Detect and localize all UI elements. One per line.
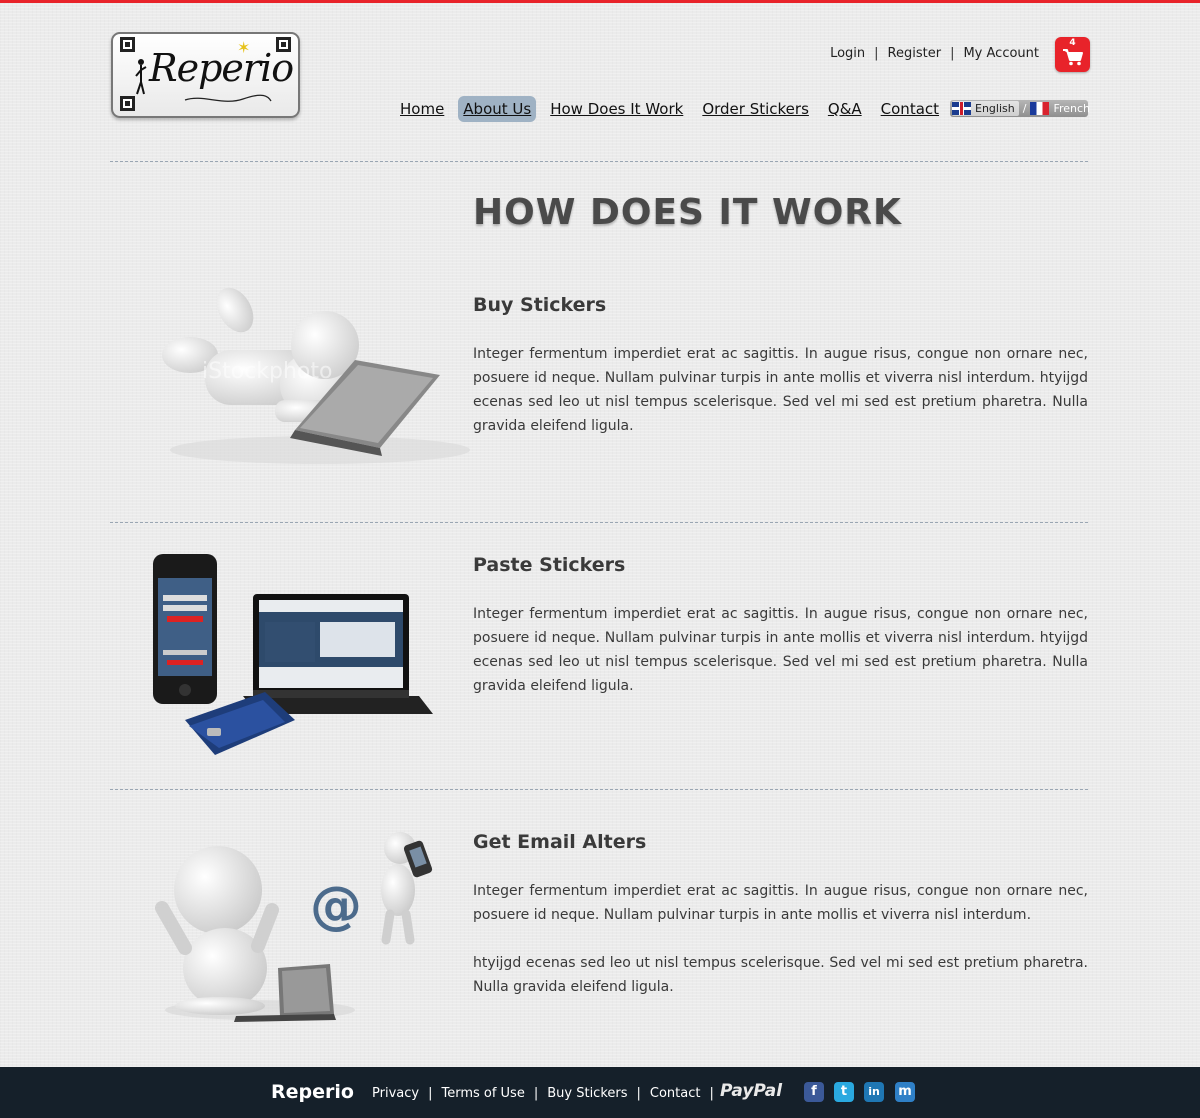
login-link[interactable]: Login	[830, 46, 865, 61]
separator: |	[636, 1086, 641, 1101]
twitter-icon[interactable]: t	[834, 1082, 854, 1102]
email-alerts-illustration: @	[155, 832, 433, 1022]
at-sign-icon: @	[310, 876, 362, 936]
account-links: Login | Register | My Account	[830, 46, 1039, 61]
separator: /	[1022, 102, 1027, 115]
section-title-paste-stickers: Paste Stickers	[473, 554, 626, 576]
register-link[interactable]: Register	[888, 46, 942, 61]
site-logo[interactable]: ✶ Reperio	[111, 32, 300, 118]
section-text-paste-stickers: Integer fermentum imperdiet erat ac sagi…	[473, 606, 1088, 694]
section-divider	[110, 522, 1088, 523]
figure-silhouette-icon	[135, 59, 147, 95]
person-with-laptop-illustration: iStockphoto	[162, 287, 470, 464]
section-text-email-alerts-2: htyijgd ecenas sed leo ut nisl tempus sc…	[473, 955, 1088, 995]
nav-about-us[interactable]: About Us	[458, 96, 537, 122]
linkedin-icon[interactable]: in	[864, 1082, 884, 1102]
section-text-buy-stickers: Integer fermentum imperdiet erat ac sagi…	[473, 346, 1088, 434]
cart-count-badge: 4	[1069, 38, 1076, 48]
nav-order-stickers[interactable]: Order Stickers	[697, 96, 814, 122]
nav-qa[interactable]: Q&A	[823, 96, 867, 122]
footer-link-privacy[interactable]: Privacy	[372, 1086, 419, 1101]
nav-contact[interactable]: Contact	[876, 96, 944, 122]
footer-link-contact[interactable]: Contact	[650, 1086, 701, 1101]
footer-link-buy-stickers[interactable]: Buy Stickers	[547, 1086, 627, 1101]
qr-corner-icon	[120, 96, 135, 111]
separator: |	[950, 46, 955, 61]
footer-link-terms[interactable]: Terms of Use	[441, 1086, 524, 1101]
top-accent-bar	[0, 0, 1200, 3]
myspace-icon[interactable]: m	[895, 1082, 915, 1102]
shopping-cart-icon	[1063, 49, 1083, 66]
section-title-email-alerts: Get Email Alters	[473, 831, 647, 853]
section-divider	[110, 789, 1088, 790]
qr-corner-icon	[120, 37, 135, 52]
language-switcher: English / French	[950, 100, 1090, 117]
nav-how-does-it-work[interactable]: How Does It Work	[545, 96, 688, 122]
language-french-label: French	[1053, 102, 1091, 115]
facebook-icon[interactable]: f	[804, 1082, 824, 1102]
paypal-logo: PayPal	[720, 1081, 783, 1101]
separator: |	[428, 1086, 433, 1101]
swirl-ornament-icon	[184, 94, 272, 102]
header-divider	[110, 161, 1088, 162]
separator: |	[709, 1086, 714, 1101]
language-english[interactable]: English	[952, 101, 1019, 116]
nav-home[interactable]: Home	[395, 96, 449, 122]
section-text-email-alerts-1: Integer fermentum imperdiet erat ac sagi…	[473, 883, 1088, 923]
language-french[interactable]: French	[1030, 102, 1090, 115]
separator: |	[874, 46, 879, 61]
footer-links: Privacy | Terms of Use | Buy Stickers | Contac…	[372, 1086, 723, 1101]
my-account-link[interactable]: My Account	[963, 46, 1039, 61]
section-title-buy-stickers: Buy Stickers	[473, 294, 607, 316]
phone-laptop-wallet-illustration	[153, 554, 433, 755]
site-footer: Reperio Privacy | Terms of Use | Buy Sticker…	[0, 1067, 1200, 1118]
page-title: HOW DOES IT WORK	[473, 192, 902, 233]
watermark-text: iStockphoto	[202, 359, 332, 384]
language-english-label: English	[975, 102, 1015, 115]
uk-flag-icon	[952, 102, 971, 115]
main-nav: Home About Us How Does It Work Order Sti…	[395, 95, 953, 123]
footer-brand[interactable]: Reperio	[271, 1081, 354, 1103]
cart-button[interactable]: 4	[1055, 37, 1090, 72]
france-flag-icon	[1030, 102, 1050, 115]
separator: |	[533, 1086, 539, 1101]
logo-wordmark: Reperio	[149, 46, 294, 90]
